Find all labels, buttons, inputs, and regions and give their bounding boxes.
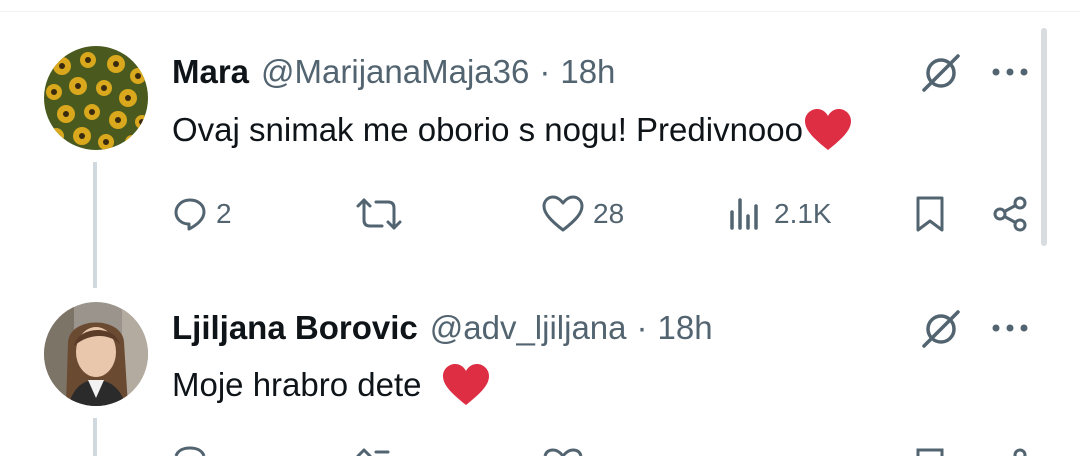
- share-icon[interactable]: [990, 446, 1030, 456]
- like-count: 28: [593, 198, 625, 229]
- display-name[interactable]: Mara: [172, 53, 249, 91]
- thread-line: [93, 418, 97, 456]
- reply-icon[interactable]: [172, 446, 208, 456]
- tweet-text-content: Moje hrabro dete: [172, 366, 422, 403]
- bookmark-icon[interactable]: [912, 446, 948, 456]
- reply-count: 2: [216, 198, 232, 229]
- like-icon[interactable]: [541, 448, 585, 456]
- bookmark-button[interactable]: [912, 192, 948, 236]
- separator: ·: [636, 309, 648, 346]
- more-options-icon[interactable]: [990, 62, 1030, 82]
- bookmark-icon: [916, 196, 944, 232]
- more-options-icon[interactable]: [990, 318, 1030, 338]
- scrollbar[interactable]: [1041, 28, 1047, 246]
- views-icon: [730, 198, 758, 230]
- display-name[interactable]: Ljiljana Borovic: [172, 309, 418, 347]
- avatar[interactable]: [44, 302, 148, 406]
- tweet-text: Ovaj snimak me oborio s nogu! Predivnooo: [172, 108, 853, 152]
- grok-icon[interactable]: [918, 306, 964, 352]
- reply-header: Ljiljana Borovic @adv_ljiljana · 18h: [172, 308, 713, 348]
- like-button[interactable]: 28: [541, 192, 624, 236]
- heart-emoji: [443, 364, 490, 405]
- reply-header: Mara @MarijanaMaja36 · 18h: [172, 52, 615, 92]
- avatar[interactable]: [44, 46, 148, 150]
- user-handle[interactable]: @MarijanaMaja36: [261, 53, 529, 91]
- grok-icon[interactable]: [918, 50, 964, 96]
- reply-button[interactable]: 2: [172, 192, 232, 236]
- retweet-icon: [356, 198, 402, 230]
- separator: ·: [539, 53, 551, 90]
- tweet-text: Moje hrabro dete: [172, 362, 491, 408]
- share-button[interactable]: [990, 192, 1030, 236]
- tweet-text-content: Ovaj snimak me oborio s nogu! Predivnooo: [172, 111, 803, 148]
- top-divider: [0, 11, 1080, 12]
- like-icon: [542, 195, 584, 232]
- retweet-icon[interactable]: [354, 446, 404, 456]
- timestamp[interactable]: 18h: [658, 309, 713, 347]
- views-button[interactable]: 2.1K: [726, 192, 832, 236]
- timestamp[interactable]: 18h: [560, 53, 615, 91]
- views-count: 2.1K: [774, 198, 832, 229]
- reply-icon: [174, 198, 206, 231]
- thread-line: [93, 162, 97, 288]
- user-handle[interactable]: @adv_ljiljana: [430, 309, 627, 347]
- retweet-button[interactable]: [354, 192, 404, 236]
- heart-emoji: [805, 109, 851, 150]
- share-icon: [993, 196, 1027, 232]
